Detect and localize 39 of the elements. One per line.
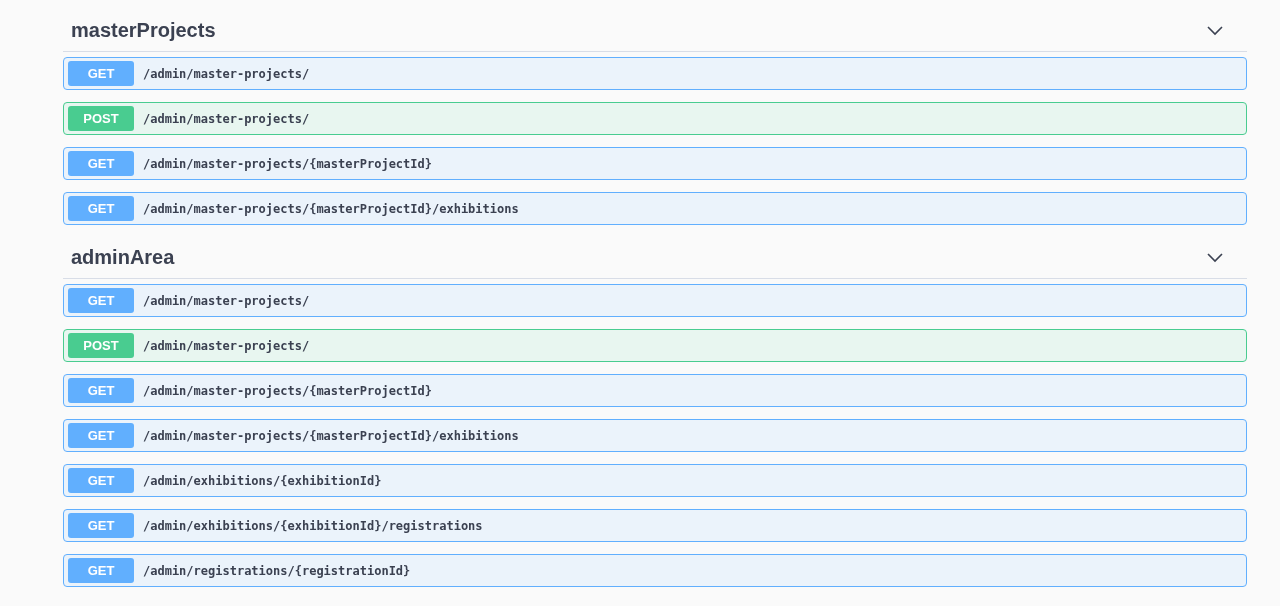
endpoint-path: /admin/master-projects/{masterProjectId} xyxy=(143,383,432,398)
operation-row[interactable]: GET /admin/master-projects/{masterProjectId} xyxy=(63,374,1247,407)
chevron-down-icon[interactable] xyxy=(1207,252,1223,263)
endpoint-path: /admin/master-projects/ xyxy=(143,338,310,353)
method-badge: GET xyxy=(68,423,134,448)
endpoint-path: /admin/master-projects/ xyxy=(143,66,310,81)
operation-row[interactable]: GET /admin/exhibitions/{exhibitionId} xyxy=(63,464,1247,497)
method-badge: GET xyxy=(68,196,134,221)
method-badge: GET xyxy=(68,558,134,583)
endpoint-path: /admin/master-projects/ xyxy=(143,111,310,126)
endpoint-path: /admin/master-projects/ xyxy=(143,293,310,308)
operation-row[interactable]: GET /admin/master-projects/ xyxy=(63,57,1247,90)
operation-row[interactable]: GET /admin/master-projects/ xyxy=(63,284,1247,317)
chevron-down-icon[interactable] xyxy=(1207,25,1223,36)
method-badge: GET xyxy=(68,468,134,493)
endpoint-path: /admin/exhibitions/{exhibitionId}/registrations xyxy=(143,518,483,533)
endpoint-path: /admin/master-projects/{masterProjectId}/exhibitions xyxy=(143,428,519,443)
operation-row[interactable]: GET /admin/master-projects/{masterProjectId}/exhibitions xyxy=(63,192,1247,225)
section-header[interactable]: adminArea xyxy=(63,237,1247,279)
method-badge: GET xyxy=(68,378,134,403)
method-badge: GET xyxy=(68,513,134,538)
method-badge: POST xyxy=(68,333,134,358)
method-badge: POST xyxy=(68,106,134,131)
method-badge: GET xyxy=(68,61,134,86)
operation-row[interactable]: GET /admin/master-projects/{masterProjectId} xyxy=(63,147,1247,180)
operation-row[interactable]: POST /admin/master-projects/ xyxy=(63,102,1247,135)
section-title: adminArea xyxy=(71,246,175,269)
endpoint-path: /admin/master-projects/{masterProjectId} xyxy=(143,156,432,171)
section-title: masterProjects xyxy=(71,19,216,42)
endpoint-path: /admin/master-projects/{masterProjectId}/exhibitions xyxy=(143,201,519,216)
method-badge: GET xyxy=(68,151,134,176)
method-badge: GET xyxy=(68,288,134,313)
operation-row[interactable]: GET /admin/exhibitions/{exhibitionId}/registrations xyxy=(63,509,1247,542)
section-header[interactable]: masterProjects xyxy=(63,10,1247,52)
endpoint-path: /admin/registrations/{registrationId} xyxy=(143,563,411,578)
operation-row[interactable]: GET /admin/master-projects/{masterProjectId}/exhibitions xyxy=(63,419,1247,452)
operation-row[interactable]: GET /admin/registrations/{registrationId} xyxy=(63,554,1247,587)
endpoint-path: /admin/exhibitions/{exhibitionId} xyxy=(143,473,382,488)
operation-row[interactable]: POST /admin/master-projects/ xyxy=(63,329,1247,362)
